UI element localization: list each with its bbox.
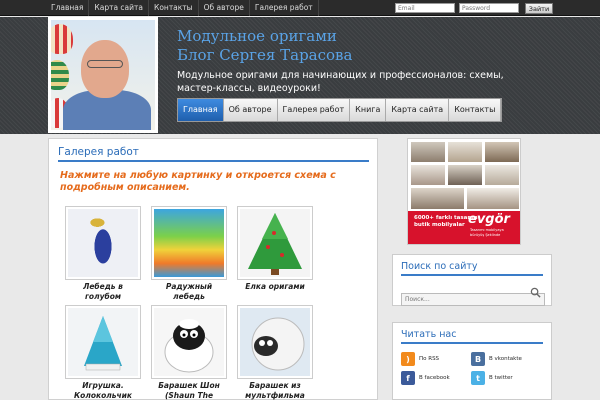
gallery-item[interactable]: Лебедь в голубом	[65, 206, 141, 301]
gallery-item[interactable]: Елка оригами	[237, 206, 313, 292]
ad-photo	[410, 141, 446, 163]
topnav-sitemap-link[interactable]: Карта сайта	[89, 0, 149, 16]
photo-dome	[51, 24, 73, 54]
email-input[interactable]	[395, 3, 455, 13]
follow-widget-title: Читать нас	[401, 329, 543, 344]
facebook-link[interactable]: f В facebook	[401, 371, 450, 385]
vkontakte-icon: B	[471, 352, 485, 366]
cartoon-sheep-image	[240, 308, 310, 376]
bell-toy-image	[68, 308, 138, 376]
ad-photo	[447, 141, 483, 163]
gallery-caption: Лебедь в голубом	[83, 282, 123, 301]
search-icon[interactable]	[530, 287, 541, 298]
site-title-line1: Модульное оригами	[177, 27, 337, 45]
password-input[interactable]	[459, 3, 519, 13]
twitter-link[interactable]: t В twitter	[471, 371, 513, 385]
gallery-thumbnail[interactable]	[151, 206, 227, 280]
ad-banner[interactable]: 6000+ farklı tasarım butik mobilyalar ev…	[407, 138, 521, 245]
sheep-drawing	[164, 319, 214, 373]
gallery-item[interactable]: Радужный лебедь	[151, 206, 227, 301]
content-heading: Галерея работ	[58, 146, 369, 162]
login-form: Зайти	[395, 3, 553, 14]
mainnav-sitemap-tab[interactable]: Карта сайта	[386, 99, 450, 121]
gallery-thumbnail[interactable]	[237, 305, 313, 379]
topnav-about-link[interactable]: Об авторе	[199, 0, 250, 16]
gallery-item[interactable]: Барашек Шон (Shaun The Sheep)	[151, 305, 227, 400]
facebook-label: В facebook	[419, 375, 450, 381]
vkontakte-link[interactable]: B В vkontakte	[471, 352, 522, 366]
bell-drawing	[84, 316, 122, 371]
gallery-caption: Игрушка. Колокольчик	[74, 381, 132, 400]
mainnav-about-tab[interactable]: Об авторе	[224, 99, 278, 121]
facebook-icon: f	[401, 371, 415, 385]
ad-photo	[410, 187, 465, 210]
topnav-home-link[interactable]: Главная	[46, 0, 90, 16]
ad-slogan: Tasarımı mobilyaya bürüyüş Şeklinde	[470, 228, 504, 237]
ad-photo	[447, 164, 483, 186]
photo-dome	[51, 60, 69, 90]
ad-photo	[484, 164, 520, 186]
rss-icon: )	[401, 352, 415, 366]
gallery-item[interactable]: Барашек из мультфильма	[237, 305, 313, 400]
cartoon-sheep-drawing	[251, 317, 305, 371]
gallery-caption: Барашек Шон (Shaun The Sheep)	[158, 381, 220, 400]
gallery-item[interactable]: Игрушка. Колокольчик	[65, 305, 141, 400]
tree-drawing	[248, 213, 302, 275]
twitter-label: В twitter	[489, 375, 513, 381]
follow-widget: Читать нас ) По RSS B В vkontakte f В fa…	[392, 322, 552, 400]
top-nav: Главная Карта сайта Контакты Об авторе Г…	[46, 0, 319, 16]
ad-photo	[466, 187, 520, 210]
mainnav-gallery-tab[interactable]: Галерея работ	[278, 99, 351, 121]
social-links: ) По RSS B В vkontakte f В facebook t В …	[401, 352, 543, 400]
main-nav: Главная Об авторе Галерея работ Книга Ка…	[177, 98, 503, 122]
gallery-thumbnail[interactable]	[237, 206, 313, 280]
twitter-icon: t	[471, 371, 485, 385]
site-title-line2: Блог Сергея Тарасова	[177, 46, 353, 64]
author-photo[interactable]	[48, 17, 158, 133]
topnav-gallery-link[interactable]: Галерея работ	[250, 0, 319, 16]
site-description: Модульное оригами для начинающих и профе…	[177, 70, 504, 94]
ad-photo	[410, 164, 446, 186]
mainnav-contacts-tab[interactable]: Контакты	[449, 99, 502, 121]
gallery-caption: Елка оригами	[245, 282, 305, 291]
gallery-thumbnail[interactable]	[65, 206, 141, 280]
swan-rainbow-image	[154, 209, 224, 277]
vkontakte-label: В vkontakte	[489, 356, 522, 362]
top-bar: Главная Карта сайта Контакты Об авторе Г…	[0, 0, 600, 16]
swan-blue-image	[68, 209, 138, 277]
gallery-caption: Радужный лебедь	[165, 282, 213, 301]
ad-photo	[484, 141, 520, 163]
christmas-tree-image	[240, 209, 310, 277]
site-title[interactable]: Модульное оригами Блог Сергея Тарасова	[177, 27, 352, 65]
rss-link[interactable]: ) По RSS	[401, 352, 439, 366]
topnav-contacts-link[interactable]: Контакты	[149, 0, 199, 16]
search-row	[401, 286, 545, 306]
login-button[interactable]: Зайти	[525, 3, 553, 14]
search-widget-title: Поиск по сайту	[401, 261, 543, 276]
search-widget: Поиск по сайту	[392, 254, 552, 306]
shaun-sheep-image	[154, 308, 224, 376]
mainnav-book-tab[interactable]: Книга	[350, 99, 387, 121]
gallery-caption: Барашек из мультфильма	[245, 381, 305, 400]
gallery-thumbnail[interactable]	[65, 305, 141, 379]
gallery-thumbnail[interactable]	[151, 305, 227, 379]
mainnav-home-tab[interactable]: Главная	[178, 99, 224, 121]
photo-face	[81, 40, 129, 98]
rss-label: По RSS	[419, 356, 440, 362]
main-content: Галерея работ Нажмите на любую картинку …	[48, 138, 378, 400]
photo-glasses	[87, 60, 123, 68]
ad-brand-logo: evgör	[468, 212, 510, 227]
search-input[interactable]	[401, 293, 545, 306]
site-header: Модульное оригами Блог Сергея Тарасова М…	[0, 17, 600, 134]
gallery-intro: Нажмите на любую картинку и откроется сх…	[60, 170, 336, 193]
